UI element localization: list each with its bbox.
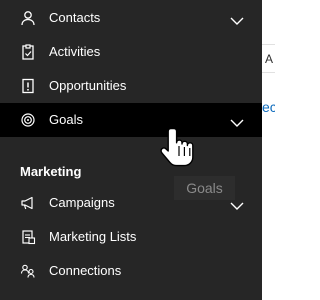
link-fragment[interactable]: ec <box>262 99 275 115</box>
connections-icon <box>20 263 36 279</box>
main-content-edge: A ec <box>262 0 275 300</box>
sitemap-item-label: Contacts <box>49 10 101 25</box>
hand-pointer-icon <box>160 126 196 174</box>
megaphone-icon <box>20 195 36 211</box>
sitemap-item-marketing-lists[interactable]: Marketing Lists <box>0 220 262 254</box>
field-fragment: A <box>265 52 274 66</box>
tooltip: Goals <box>174 176 235 200</box>
sitemap-item-label: Opportunities <box>49 78 127 93</box>
person-icon <box>20 10 36 26</box>
clipboard-icon <box>20 44 36 60</box>
sitemap-item-label: Campaigns <box>49 195 115 210</box>
sitemap-item-connections[interactable]: Connections <box>0 254 262 288</box>
sitemap-item-goals[interactable]: Goals <box>0 103 262 137</box>
sitemap-item-label: Activities <box>49 44 101 59</box>
target-icon <box>20 112 36 128</box>
sitemap-item-opportunities[interactable]: Opportunities <box>0 69 262 103</box>
sitemap-item-contacts[interactable]: Contacts <box>0 1 262 35</box>
divider <box>262 72 275 73</box>
sitemap-item-label: Goals <box>49 112 83 127</box>
alert-document-icon <box>20 78 36 94</box>
sitemap-item-activities[interactable]: Activities <box>0 35 262 69</box>
sitemap-item-label: Marketing Lists <box>49 229 137 244</box>
sitemap-item-label: Connections <box>49 263 122 278</box>
section-title-marketing: Marketing <box>20 164 82 179</box>
sitemap-nav: Contacts Activities Opportunities Goals … <box>0 0 262 300</box>
chevron-down-icon[interactable] <box>230 115 244 127</box>
list-icon <box>20 229 36 245</box>
divider <box>262 44 275 45</box>
chevron-down-icon[interactable] <box>230 13 244 25</box>
